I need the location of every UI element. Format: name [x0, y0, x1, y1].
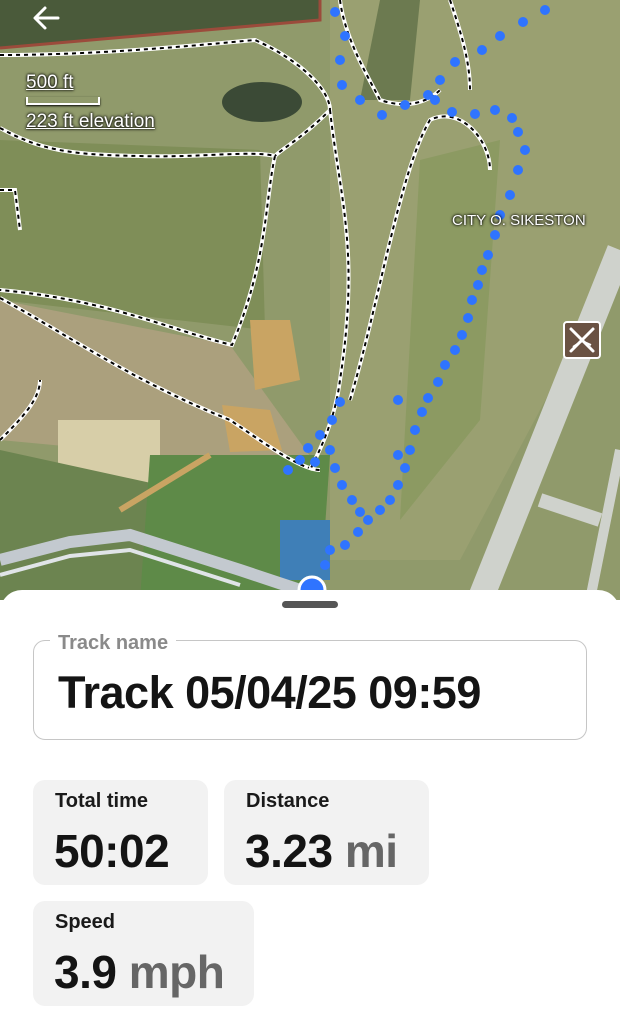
airport-icon[interactable] [563, 321, 601, 359]
total-time-value: 50:02 [54, 825, 170, 877]
distance-card: Distance 3.23 mi [224, 780, 429, 885]
map-scale: 500 ft 223 ft elevation [26, 72, 155, 133]
back-arrow-icon[interactable] [26, 0, 66, 40]
place-label: CITY O. SIKESTON [452, 212, 586, 229]
distance-value: 3.23 [245, 825, 333, 877]
elevation-readout: 223 ft elevation [26, 111, 155, 132]
distance-stat: 3.23 mi [245, 824, 398, 878]
map-view[interactable]: 500 ft 223 ft elevation CITY O. SIKESTON [0, 0, 620, 600]
track-name-label: Track name [50, 632, 177, 655]
total-time-label: Total time [55, 790, 148, 812]
distance-label: Distance [246, 790, 330, 812]
track-name-value[interactable]: Track 05/04/25 09:59 [58, 667, 481, 719]
speed-unit: mph [128, 946, 225, 998]
distance-unit: mi [344, 825, 398, 877]
scale-distance: 500 ft [26, 72, 74, 93]
speed-card: Speed 3.9 mph [33, 901, 254, 1006]
scale-bar [26, 97, 100, 105]
speed-stat: 3.9 mph [54, 945, 225, 999]
total-time-card: Total time 50:02 [33, 780, 208, 885]
speed-label: Speed [55, 911, 116, 933]
drag-handle[interactable] [282, 601, 338, 608]
speed-value: 3.9 [54, 946, 117, 998]
